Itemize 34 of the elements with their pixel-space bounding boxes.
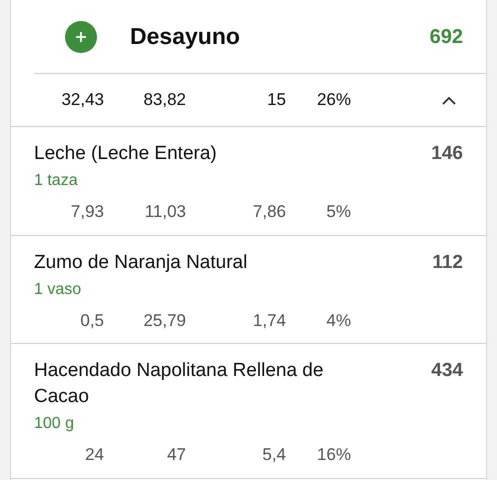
nutrient-value: 16%: [316, 444, 351, 466]
nutrient-value: 4%: [325, 310, 351, 332]
nutrient-value: 7,93: [70, 201, 104, 223]
serving-size: 1 taza: [34, 171, 78, 191]
nutrient-value: 25,79: [142, 310, 186, 332]
food-row[interactable]: Zumo de Naranja Natural 112 1 vaso 0,5 25,79 1,74 4%: [11, 236, 486, 344]
nutrient-value: 5,4: [261, 444, 286, 466]
nutrient-value: 47: [166, 444, 186, 466]
food-row[interactable]: Leche (Leche Entera) 146 1 taza 7,93 11,03 7,86 5%: [11, 127, 486, 236]
meal-calories: 692: [430, 24, 463, 50]
food-calories: 434: [431, 359, 463, 383]
food-calories: 112: [432, 250, 463, 274]
plus-icon: [75, 30, 87, 42]
collapse-toggle[interactable]: [442, 96, 456, 104]
nutrient-value: 0,5: [79, 310, 104, 332]
add-button[interactable]: [65, 20, 97, 52]
nutrient-value: 32,43: [60, 89, 104, 112]
nutrient-value: 83,82: [142, 89, 186, 112]
food-name: Zumo de Naranja Natural: [34, 250, 248, 274]
nutrient-value: 7,86: [252, 201, 286, 223]
serving-size: 100 g: [34, 414, 74, 434]
chevron-up-icon: [442, 96, 456, 104]
nutrient-value: 26%: [316, 89, 351, 112]
nutrient-value: 15: [266, 89, 286, 112]
serving-size: 1 vaso: [34, 280, 82, 300]
nutrient-value: 5%: [325, 201, 351, 223]
food-name: Hacendado Napolitana Rellena de Cacao: [34, 359, 324, 409]
nutrient-value: 24: [84, 444, 104, 466]
nutrient-value: 1,74: [252, 310, 286, 332]
food-row[interactable]: Hacendado Napolitana Rellena de Cacao 434 100 g 24 47 5,4 16%: [11, 344, 486, 478]
food-calories: 146: [431, 142, 463, 166]
food-name: Leche (Leche Entera): [34, 142, 218, 166]
nutrient-value: 11,03: [144, 201, 186, 223]
meal-title: Desayuno: [130, 22, 240, 52]
